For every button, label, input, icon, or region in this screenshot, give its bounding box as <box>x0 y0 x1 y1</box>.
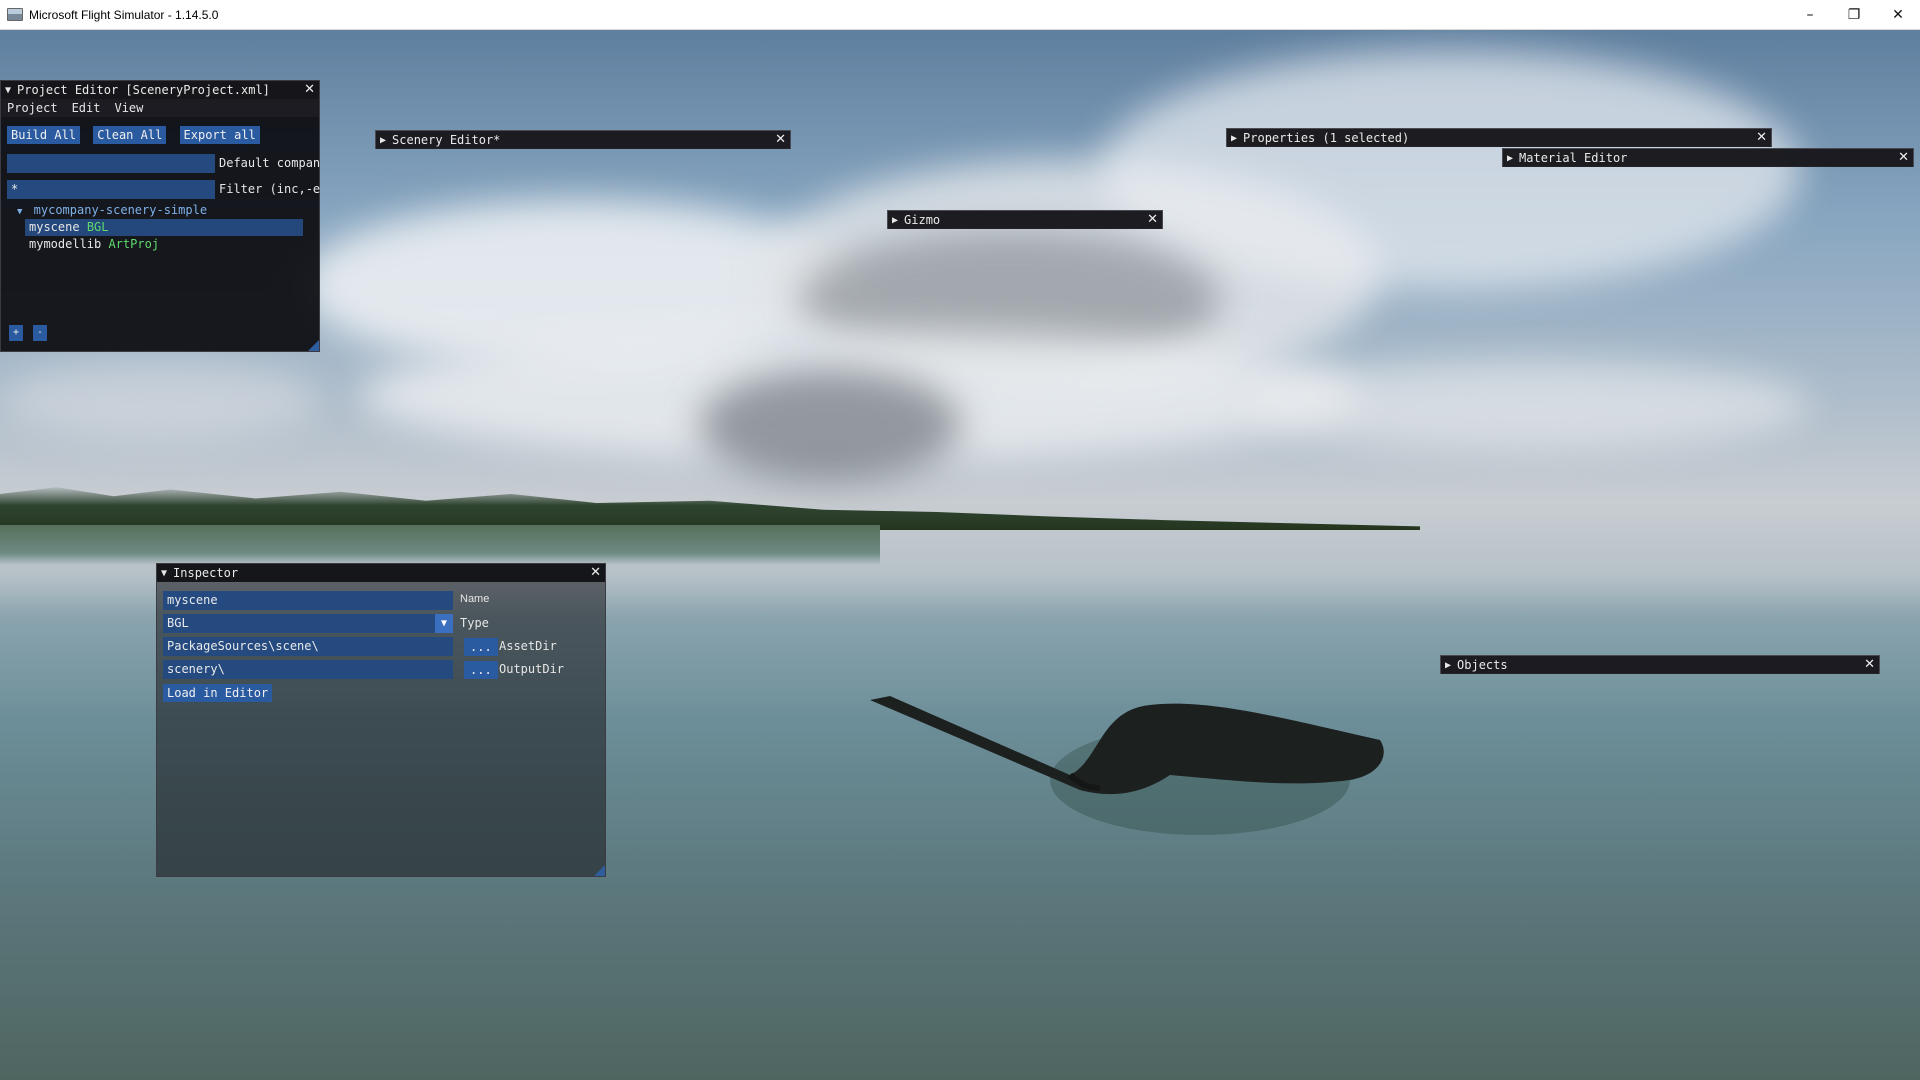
objects-window[interactable]: ▶ Objects ✕ <box>1440 655 1880 674</box>
scenery-editor-window[interactable]: ▶ Scenery Editor* ✕ <box>375 130 791 149</box>
app-title-bar: Microsoft Flight Simulator - 1.14.5.0 – … <box>0 0 1920 30</box>
export-all-button[interactable]: Export all <box>179 126 260 144</box>
expand-triangle-icon[interactable]: ▶ <box>1231 133 1237 144</box>
close-icon[interactable]: ✕ <box>304 81 315 99</box>
app-window-icon <box>7 8 23 21</box>
objects-title: Objects <box>1457 658 1508 672</box>
menu-edit[interactable]: Edit <box>72 101 101 115</box>
scenery-editor-title: Scenery Editor* <box>392 133 501 147</box>
inspector-window[interactable]: ▼ Inspector ✕ myscene Name BGL ▼ Type Pa… <box>156 563 606 877</box>
output-dir-label: OutputDir <box>499 662 565 676</box>
gizmo-window[interactable]: ▶ Gizmo ✕ <box>887 210 1163 229</box>
item-type-tag: ArtProj <box>108 237 160 251</box>
gizmo-title-bar[interactable]: ▶ Gizmo ✕ <box>888 211 1162 229</box>
tree-item-mymodellib[interactable]: mymodellib ArtProj <box>25 236 313 253</box>
properties-window[interactable]: ▶ Properties (1 selected) ✕ <box>1226 128 1772 147</box>
objects-title-bar[interactable]: ▶ Objects ✕ <box>1441 656 1879 674</box>
menu-view[interactable]: View <box>114 101 143 115</box>
tree-line <box>0 487 1420 530</box>
inspector-title-bar[interactable]: ▼ Inspector ✕ <box>157 564 605 582</box>
close-icon[interactable]: ✕ <box>775 131 786 149</box>
close-icon[interactable]: ✕ <box>590 564 601 582</box>
output-dir-input[interactable]: scenery\ <box>163 660 453 679</box>
gizmo-title: Gizmo <box>904 213 941 227</box>
project-editor-menu-bar: Project Edit View <box>1 99 319 117</box>
project-editor-title: Project Editor [SceneryProject.xml] <box>17 83 270 97</box>
minimize-button[interactable]: – <box>1788 0 1832 30</box>
resize-grip[interactable] <box>594 865 605 876</box>
collapse-triangle-icon[interactable]: ▼ <box>161 568 167 579</box>
scenery-editor-title-bar[interactable]: ▶ Scenery Editor* ✕ <box>376 131 790 149</box>
type-select[interactable]: BGL <box>163 614 453 633</box>
name-input[interactable]: myscene <box>163 591 453 610</box>
material-editor-title: Material Editor <box>1519 151 1628 165</box>
tree-item-myscene[interactable]: myscene BGL <box>25 219 303 236</box>
type-label: Type <box>460 616 489 630</box>
build-all-button[interactable]: Build All <box>7 126 81 144</box>
item-type-tag: BGL <box>86 220 109 234</box>
close-icon[interactable]: ✕ <box>1898 149 1909 167</box>
close-window-button[interactable]: ✕ <box>1876 0 1920 30</box>
material-editor-window[interactable]: ▶ Material Editor ✕ <box>1502 148 1914 167</box>
cloud <box>1100 50 1800 290</box>
properties-title-bar[interactable]: ▶ Properties (1 selected) ✕ <box>1227 129 1771 147</box>
asset-dir-input[interactable]: PackageSources\scene\ <box>163 637 453 656</box>
expand-triangle-icon[interactable]: ▶ <box>1445 660 1451 671</box>
restore-button[interactable]: ❐ <box>1832 0 1876 30</box>
whale-model[interactable] <box>870 680 1390 910</box>
collapse-triangle-icon[interactable]: ▼ <box>5 85 11 96</box>
expand-triangle-icon[interactable]: ▶ <box>1507 153 1513 164</box>
remove-item-button[interactable]: - <box>33 325 48 341</box>
asset-dir-label: AssetDir <box>499 639 557 653</box>
name-label: Name <box>460 593 490 605</box>
menu-project[interactable]: Project <box>7 101 58 115</box>
filter-label: Filter (inc,-e <box>219 182 321 196</box>
expand-triangle-icon[interactable]: ▶ <box>380 135 386 146</box>
project-editor-title-bar[interactable]: ▼ Project Editor [SceneryProject.xml] ✕ <box>1 81 319 99</box>
add-item-button[interactable]: + <box>9 325 24 341</box>
app-title: Microsoft Flight Simulator - 1.14.5.0 <box>29 7 219 22</box>
default-company-input[interactable] <box>7 154 215 173</box>
material-editor-title-bar[interactable]: ▶ Material Editor ✕ <box>1503 149 1913 167</box>
cloud <box>1250 360 1810 450</box>
load-in-editor-button[interactable]: Load in Editor <box>163 684 273 702</box>
output-dir-browse-button[interactable]: ... <box>464 661 498 679</box>
asset-dir-browse-button[interactable]: ... <box>464 638 498 656</box>
filter-input[interactable]: * <box>7 180 215 199</box>
cloud <box>700 370 960 480</box>
dropdown-arrow-icon[interactable]: ▼ <box>435 614 453 633</box>
tree-root-node[interactable]: ▼ mycompany-scenery-simple <box>13 202 313 219</box>
properties-title: Properties (1 selected) <box>1243 131 1410 145</box>
shoreline <box>0 525 880 565</box>
close-icon[interactable]: ✕ <box>1147 211 1158 229</box>
tree-expand-icon[interactable]: ▼ <box>17 207 22 217</box>
expand-triangle-icon[interactable]: ▶ <box>892 215 898 226</box>
cloud <box>0 360 320 440</box>
default-company-label: Default compan <box>219 156 321 170</box>
close-icon[interactable]: ✕ <box>1756 129 1767 147</box>
project-editor-window[interactable]: ▼ Project Editor [SceneryProject.xml] ✕ … <box>0 80 320 352</box>
inspector-title: Inspector <box>173 566 239 580</box>
resize-grip[interactable] <box>308 340 319 351</box>
clean-all-button[interactable]: Clean All <box>93 126 167 144</box>
close-icon[interactable]: ✕ <box>1864 656 1875 674</box>
